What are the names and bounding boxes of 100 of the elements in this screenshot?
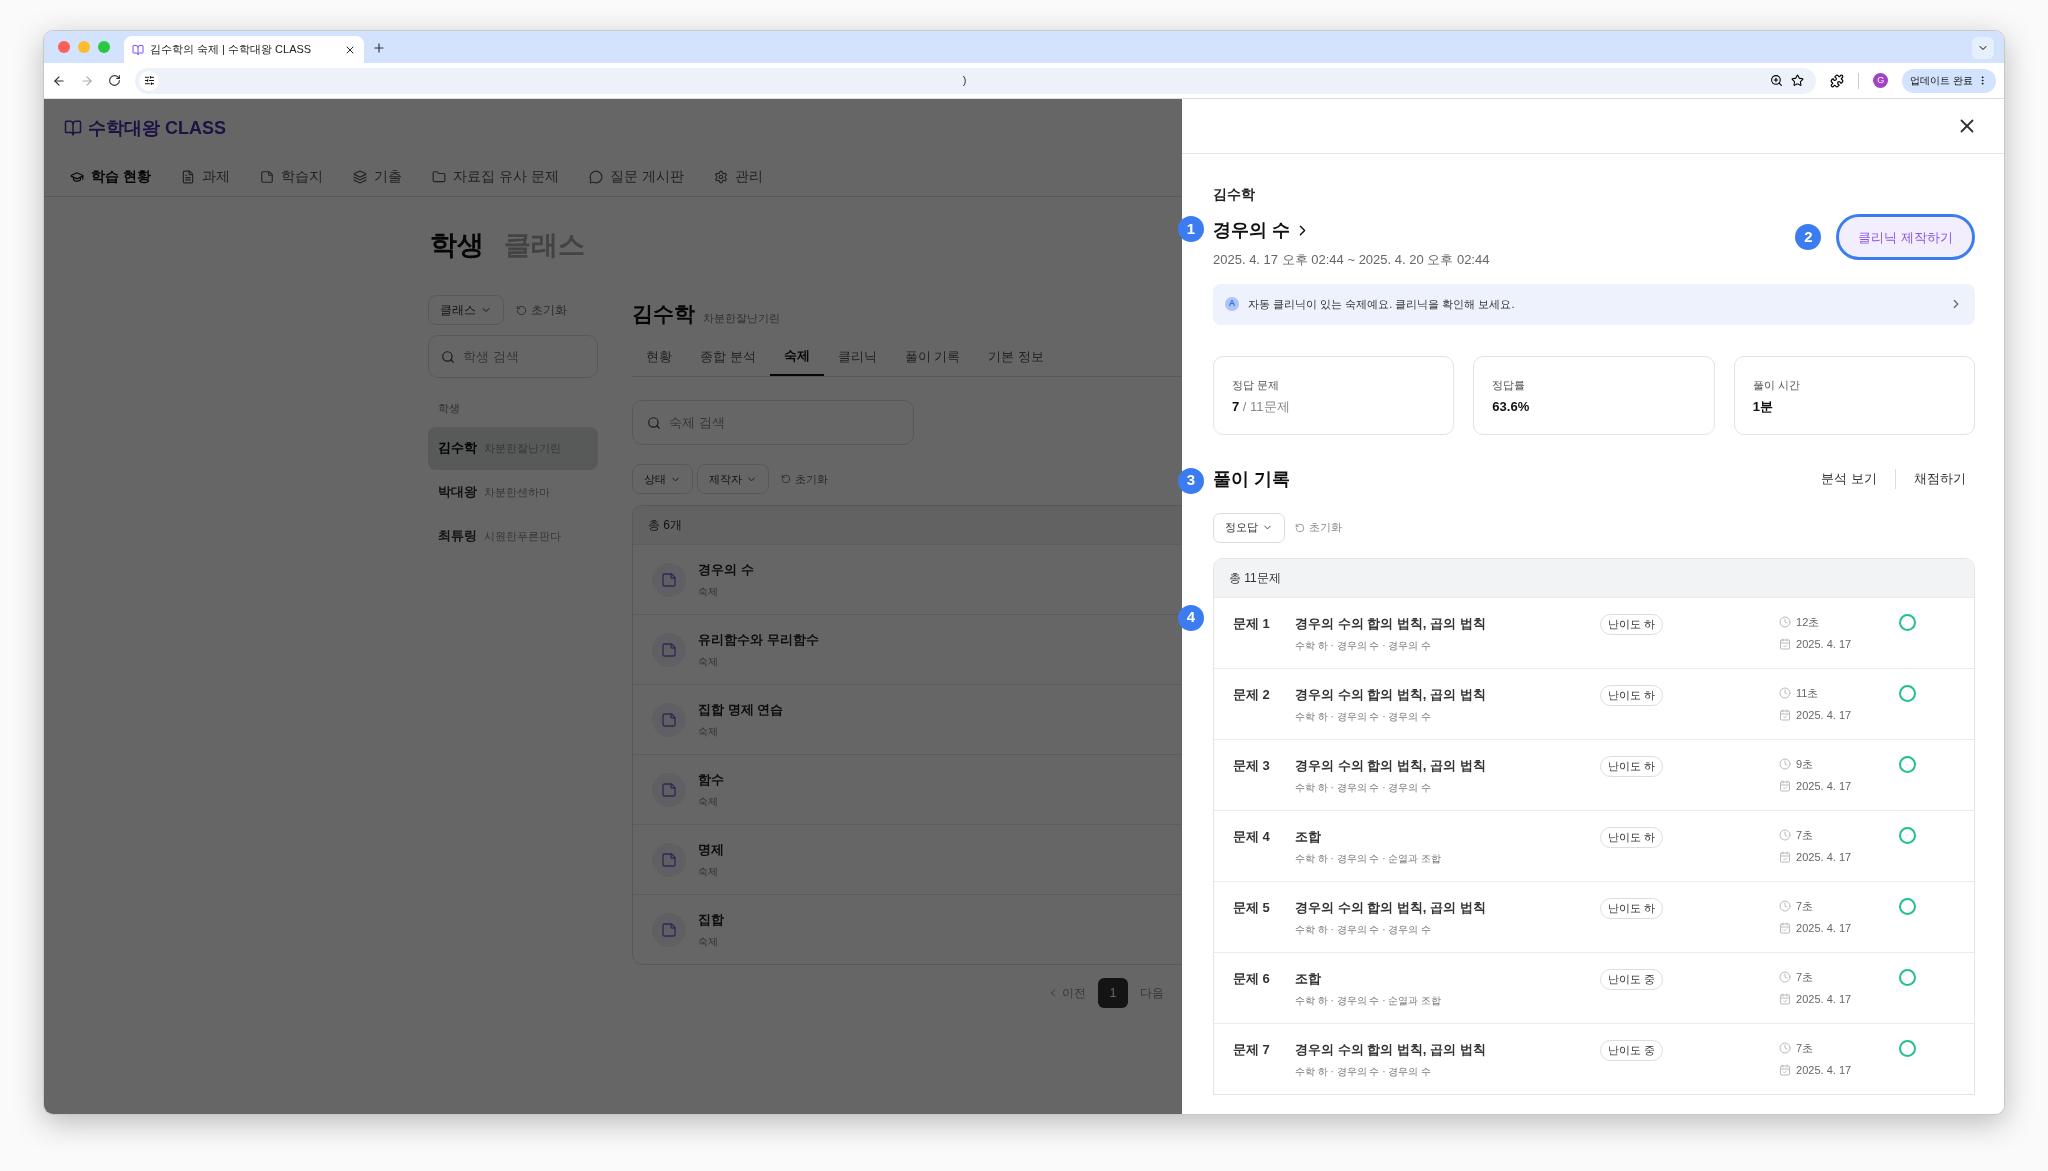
annotation-marker: 2: [1795, 224, 1822, 251]
browser-tab[interactable]: 김수학의 숙제 | 수학대왕 CLASS: [124, 36, 364, 63]
solve-time: 7초: [1779, 897, 1900, 914]
drawer-student-name: 김수학: [1213, 185, 1256, 204]
student-tab[interactable]: 기본 정보: [974, 337, 1058, 376]
solve-date: 2025. 4. 17: [1779, 920, 1900, 937]
calendar-icon: [1779, 993, 1792, 1006]
notebook-icon: [661, 571, 677, 588]
solve-date: 2025. 4. 17: [1779, 849, 1900, 866]
problem-path: 수학 하 · 경우의 수 · 순열과 조합: [1295, 994, 1443, 1008]
homework-title: 명제: [698, 841, 724, 860]
notice-banner[interactable]: A 자동 클리닉이 있는 숙제예요. 클리닉을 확인해 보세요.: [1213, 283, 1975, 325]
student-tab[interactable]: 종합 분석: [686, 337, 770, 376]
homework-title: 집합 명제 연습: [698, 701, 784, 720]
record-action-link[interactable]: 채점하기: [1895, 469, 1975, 489]
layers-icon: [352, 169, 367, 184]
site-settings-icon[interactable]: [143, 75, 155, 86]
reset-icon: [781, 474, 791, 484]
problem-row[interactable]: 문제 5 경우의 수의 합의 법칙, 곱의 법칙 수학 하 · 경우의 수 · 경우의 수 난이도 하 7초 2025. 4. 17: [1214, 880, 1974, 952]
problem-row[interactable]: 문제 4 조합 수학 하 · 경우의 수 · 순열과 조합 난이도 하 7초 2025. 4. 17: [1214, 809, 1974, 881]
bookmark-star-icon[interactable]: [1791, 74, 1805, 87]
student-tab[interactable]: 숙제: [769, 337, 824, 376]
speech-bubble-icon: [588, 169, 603, 184]
settings-icon: [713, 169, 728, 184]
problem-title: 경우의 수의 합의 법칙, 곱의 법칙: [1295, 756, 1487, 775]
filter-dropdown[interactable]: 제작자: [697, 464, 769, 494]
nav-item[interactable]: 기출: [352, 166, 402, 187]
problem-number: 문제 6: [1233, 969, 1271, 988]
back-icon[interactable]: [52, 73, 66, 88]
nav-item[interactable]: 자료집 유사 문제: [431, 166, 559, 187]
filter-dropdown[interactable]: 상태: [632, 464, 693, 494]
solve-time: 7초: [1779, 1039, 1900, 1056]
problem-title: 경우의 수의 합의 법칙, 곱의 법칙: [1295, 898, 1487, 917]
clinic-create-button[interactable]: 클리닉 제작하기: [1836, 214, 1975, 261]
total-count: 총 11문제: [1229, 569, 1281, 587]
homework-title-link[interactable]: 경우의 수: [1213, 217, 1490, 244]
reset-link[interactable]: 초기화: [781, 470, 828, 488]
nav-item[interactable]: 질문 게시판: [588, 166, 684, 187]
record-action-link[interactable]: 분석 보기: [1803, 469, 1895, 489]
problem-row[interactable]: 문제 3 경우의 수의 합의 법칙, 곱의 법칙 수학 하 · 경우의 수 · 경우의 수 난이도 하 9초 2025. 4. 17: [1214, 738, 1974, 810]
stat-value: 1분: [1752, 398, 1774, 416]
annotation-marker: 4: [1178, 604, 1204, 631]
zoom-icon[interactable]: [1770, 74, 1784, 87]
search-icon: [441, 349, 455, 364]
nav-item[interactable]: 과제: [180, 166, 230, 187]
student-tab[interactable]: 현황: [632, 337, 686, 376]
new-tab-icon[interactable]: [372, 41, 386, 55]
section-title: 풀이 기록: [1213, 467, 1290, 491]
student-tab[interactable]: 풀이 기록: [890, 337, 975, 376]
book-icon: [132, 43, 144, 56]
class-dropdown[interactable]: 클래스: [428, 295, 504, 325]
problem-row[interactable]: 문제 1 경우의 수의 합의 법칙, 곱의 법칙 수학 하 · 경우의 수 · 경우의 수 난이도 하 12초 2025. 4. 17: [1214, 596, 1974, 668]
result-filter-dropdown[interactable]: 정오답: [1213, 512, 1285, 543]
update-button[interactable]: 업데이트 완료: [1902, 68, 1996, 93]
address-bar[interactable]: ): [135, 67, 1817, 94]
problem-number: 문제 4: [1233, 827, 1271, 846]
tab-list-button[interactable]: [1972, 37, 1994, 59]
reset-link[interactable]: 초기화: [516, 301, 567, 319]
stat-label: 정답 문제: [1232, 377, 1281, 393]
notice-text: 자동 클리닉이 있는 숙제예요. 클리닉을 확인해 보세요.: [1248, 296, 1516, 312]
student-tab[interactable]: 클리닉: [823, 337, 891, 376]
problem-row[interactable]: 문제 2 경우의 수의 합의 법칙, 곱의 법칙 수학 하 · 경우의 수 · 경우의 수 난이도 하 11초 2025. 4. 17: [1214, 667, 1974, 739]
calendar-icon: [1779, 1064, 1792, 1077]
problem-number: 문제 3: [1233, 756, 1271, 775]
book-logo-icon: [64, 119, 82, 137]
homework-title: 경우의 수: [698, 561, 754, 580]
page-button[interactable]: 1: [1098, 978, 1128, 1008]
profile-avatar[interactable]: G: [1873, 73, 1889, 88]
problem-title: 경우의 수의 합의 법칙, 곱의 법칙: [1295, 614, 1487, 633]
page-tab[interactable]: 학생: [430, 225, 484, 275]
nav-item[interactable]: 학습지: [259, 166, 323, 187]
problem-title: 경우의 수의 합의 법칙, 곱의 법칙: [1295, 685, 1487, 704]
clock-icon: [1779, 757, 1792, 770]
problem-row[interactable]: 문제 7 경우의 수의 합의 법칙, 곱의 법칙 수학 하 · 경우의 수 · 경우의 수 난이도 중 7초 2025. 4. 17: [1214, 1022, 1974, 1094]
solve-time: 9초: [1779, 755, 1900, 772]
total-count: 총 6개: [648, 517, 682, 534]
reset-link[interactable]: 초기화: [1295, 519, 1342, 536]
solve-time: 7초: [1779, 968, 1900, 985]
solve-date: 2025. 4. 17: [1779, 991, 1900, 1008]
clock-icon: [1779, 899, 1792, 912]
problem-row[interactable]: 문제 6 조합 수학 하 · 경우의 수 · 순열과 조합 난이도 중 7초 2025. 4. 17: [1214, 951, 1974, 1023]
nav-item[interactable]: 관리: [713, 166, 763, 187]
app-logo[interactable]: 수학대왕 CLASS: [88, 114, 226, 142]
note-icon: [259, 169, 274, 184]
extensions-icon[interactable]: [1830, 73, 1845, 88]
reload-icon[interactable]: [108, 74, 121, 87]
stat-value: 63.6%: [1492, 398, 1531, 416]
calendar-icon: [1779, 922, 1792, 935]
stat-label: 정답률: [1492, 377, 1527, 393]
search-icon: [647, 415, 661, 430]
clock-icon: [1779, 970, 1792, 983]
problem-number: 문제 5: [1233, 898, 1271, 917]
clock-icon: [1779, 686, 1792, 699]
problem-title: 경우의 수의 합의 법칙, 곱의 법칙: [1295, 1040, 1487, 1059]
homework-title: 함수: [698, 771, 724, 790]
calendar-icon: [1779, 780, 1792, 793]
solve-date: 2025. 4. 17: [1779, 1062, 1900, 1079]
notebook-icon: [661, 781, 677, 798]
notebook-icon: [661, 641, 677, 658]
nav-item[interactable]: 학습 현황: [70, 166, 151, 187]
